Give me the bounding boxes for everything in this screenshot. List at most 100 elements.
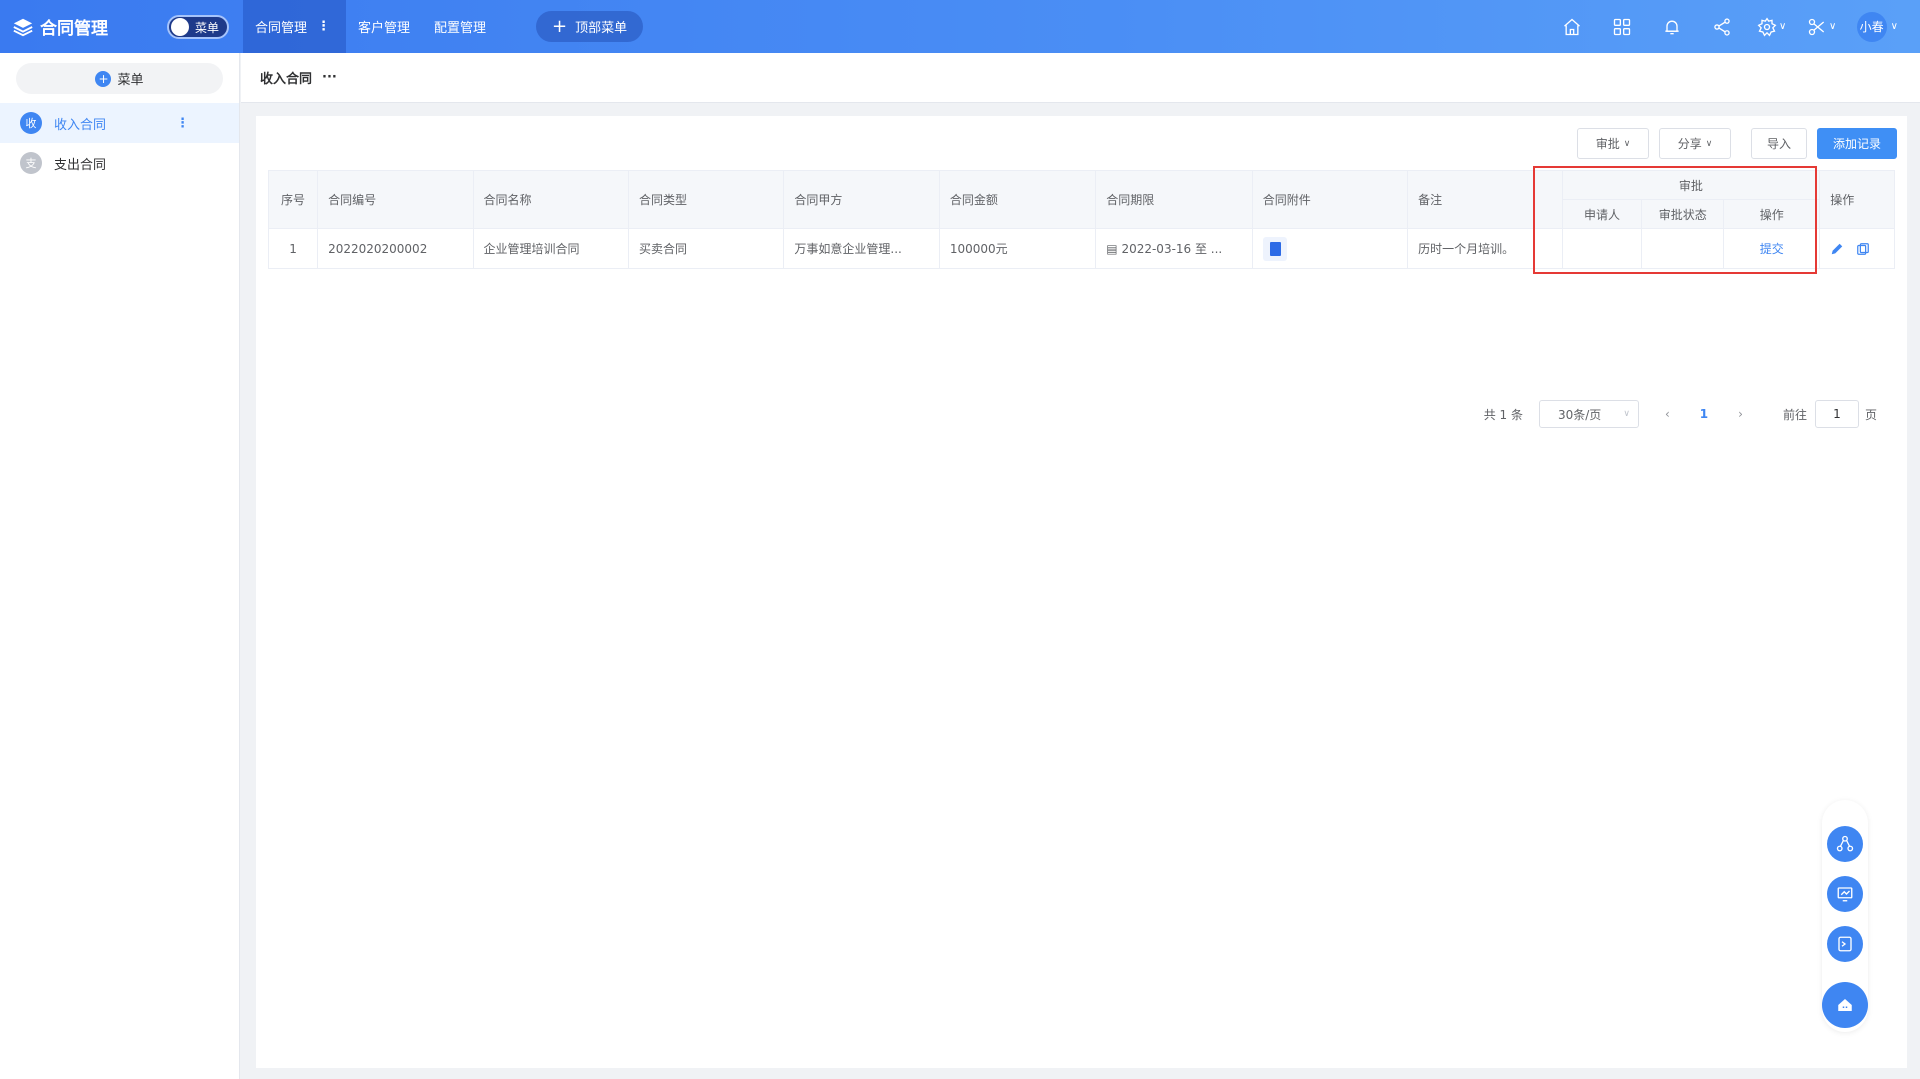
copy-icon[interactable] <box>1856 242 1870 256</box>
workflow-icon <box>1836 835 1854 852</box>
page-size-select[interactable]: 30条/页 ∨ <box>1538 400 1639 428</box>
current-page[interactable]: 1 <box>1700 407 1708 421</box>
breadcrumb: 收入合同 ··· <box>241 53 1920 103</box>
approve-label: 审批 <box>1595 137 1620 151</box>
prev-page-icon[interactable]: ‹ <box>1665 407 1670 421</box>
floating-actions <box>1822 800 1868 1032</box>
share-label: 分享 <box>1677 137 1702 151</box>
goto-label: 前往 <box>1782 407 1807 422</box>
add-record-label: 添加记录 <box>1832 137 1881 151</box>
layers-icon <box>13 18 33 36</box>
cell-code: 2022020200002 <box>317 228 474 269</box>
script-button[interactable] <box>1827 926 1863 962</box>
gear-icon <box>1757 16 1777 36</box>
menu-badge-icon: 收 <box>20 112 42 134</box>
chart-screen-icon <box>1837 887 1853 902</box>
cell-party-a: 万事如意企业管理... <box>783 228 940 269</box>
top-nav-label: 客户管理 <box>358 21 411 36</box>
workflow-button[interactable] <box>1827 826 1863 862</box>
top-nav-label: 合同管理 <box>255 21 308 36</box>
add-record-button[interactable]: 添加记录 <box>1817 128 1897 159</box>
column-header-index[interactable]: 序号 <box>267 170 319 229</box>
share-icon <box>1713 17 1730 36</box>
top-bar: 合同管理 菜单 合同管理 ⋮ 客户管理 配置管理 + 顶部菜单 ∨ ∨ 小春 ∨ <box>0 0 1920 53</box>
edit-icon[interactable] <box>1830 242 1844 256</box>
menu-badge-icon: 支 <box>20 152 42 174</box>
app-title: 合同管理 <box>40 19 108 39</box>
approval-highlight-box <box>1533 166 1817 274</box>
top-actions: ∨ ∨ 小春 ∨ <box>1547 0 1920 53</box>
plus-circle-icon: + <box>95 70 112 87</box>
top-nav-label: 配置管理 <box>434 21 487 36</box>
terminal-icon <box>1838 936 1852 952</box>
dashboard-button[interactable] <box>1827 876 1863 912</box>
column-header-code[interactable]: 合同编号 <box>317 170 474 229</box>
top-nav-contract[interactable]: 合同管理 ⋮ <box>243 0 347 53</box>
user-menu[interactable]: 小春 ∨ <box>1847 11 1920 42</box>
home-icon <box>1563 18 1580 35</box>
goto-page-input[interactable]: 1 <box>1814 400 1859 428</box>
column-header-attachment[interactable]: 合同附件 <box>1251 170 1409 229</box>
cell-period: ▤ 2022-03-16 至 ... <box>1095 228 1253 269</box>
sidebar-item-label: 收入合同 <box>54 117 107 133</box>
scissors-icon <box>1808 18 1825 35</box>
column-header-operation: 操作 <box>1819 170 1895 229</box>
sidebar: + 菜单 收 收入合同 ⋮ 支 支出合同 <box>0 53 240 1079</box>
next-page-icon[interactable]: › <box>1738 407 1743 421</box>
column-header-type[interactable]: 合同类型 <box>627 170 785 229</box>
bell-icon <box>1665 20 1679 34</box>
top-nav-config[interactable]: 配置管理 <box>422 0 498 53</box>
sidebar-item-expense-contract[interactable]: 支 支出合同 <box>0 143 239 183</box>
tools-button[interactable]: ∨ <box>1797 0 1847 53</box>
period-text: 2022-03-16 至 ... <box>1121 242 1223 256</box>
page-title: 收入合同 <box>260 72 313 87</box>
chevron-down-icon: ∨ <box>1829 21 1837 32</box>
column-header-amount[interactable]: 合同金额 <box>938 170 1097 229</box>
import-button[interactable]: 导入 <box>1751 128 1807 159</box>
app-brand[interactable]: 合同管理 <box>0 14 160 39</box>
column-header-name[interactable]: 合同名称 <box>472 170 629 229</box>
share-dropdown-button[interactable]: 分享 ∨ <box>1659 128 1731 159</box>
apps-button[interactable] <box>1597 0 1647 53</box>
top-nav: 合同管理 ⋮ 客户管理 配置管理 <box>243 0 498 53</box>
approve-dropdown-button[interactable]: 审批 ∨ <box>1577 128 1649 159</box>
settings-button[interactable]: ∨ <box>1747 0 1797 53</box>
sidebar-item-income-contract[interactable]: 收 收入合同 ⋮ <box>0 103 239 143</box>
chevron-down-icon: ∨ <box>1623 409 1630 419</box>
add-menu-button[interactable]: + 菜单 <box>16 63 223 94</box>
more-horizontal-icon[interactable]: ··· <box>322 70 337 85</box>
home-float-button[interactable] <box>1822 982 1868 1028</box>
add-top-menu-button[interactable]: + 顶部菜单 <box>536 11 644 42</box>
notification-button[interactable] <box>1647 0 1697 53</box>
cell-name: 企业管理培训合同 <box>472 228 629 269</box>
more-vertical-icon[interactable]: ⋮ <box>317 19 330 34</box>
cell-attachment <box>1251 228 1409 269</box>
avatar: 小春 <box>1856 11 1887 42</box>
add-menu-label: 菜单 <box>117 73 144 88</box>
menu-toggle-switch[interactable]: 菜单 <box>167 15 229 39</box>
more-vertical-icon[interactable]: ⋮ <box>176 116 189 131</box>
column-header-period[interactable]: 合同期限 <box>1095 170 1253 229</box>
chevron-down-icon: ∨ <box>1779 21 1787 32</box>
pagination: 共 1 条 30条/页 ∨ ‹ 1 › 前往 1 页 <box>1484 400 1877 428</box>
column-header-party-a[interactable]: 合同甲方 <box>783 170 940 229</box>
grid-icon <box>1613 18 1630 35</box>
file-icon[interactable] <box>1262 236 1287 261</box>
page-suffix: 页 <box>1864 407 1877 422</box>
cell-index: 1 <box>267 228 319 269</box>
total-count: 共 1 条 <box>1483 407 1523 422</box>
import-label: 导入 <box>1766 137 1791 151</box>
toggle-knob <box>171 18 189 36</box>
chevron-down-icon: ∨ <box>1705 138 1713 149</box>
plus-icon: + <box>552 16 568 37</box>
home-button[interactable] <box>1547 0 1597 53</box>
top-nav-customer[interactable]: 客户管理 <box>346 0 422 53</box>
chevron-down-icon: ∨ <box>1890 21 1898 32</box>
share-button[interactable] <box>1697 0 1747 53</box>
cell-amount: 100000元 <box>938 228 1097 269</box>
page-size-value: 30条/页 <box>1557 407 1602 422</box>
calendar-icon: ▤ <box>1106 242 1122 256</box>
sidebar-item-label: 支出合同 <box>54 157 107 173</box>
house-icon <box>1838 999 1852 1011</box>
chevron-down-icon: ∨ <box>1623 138 1631 149</box>
